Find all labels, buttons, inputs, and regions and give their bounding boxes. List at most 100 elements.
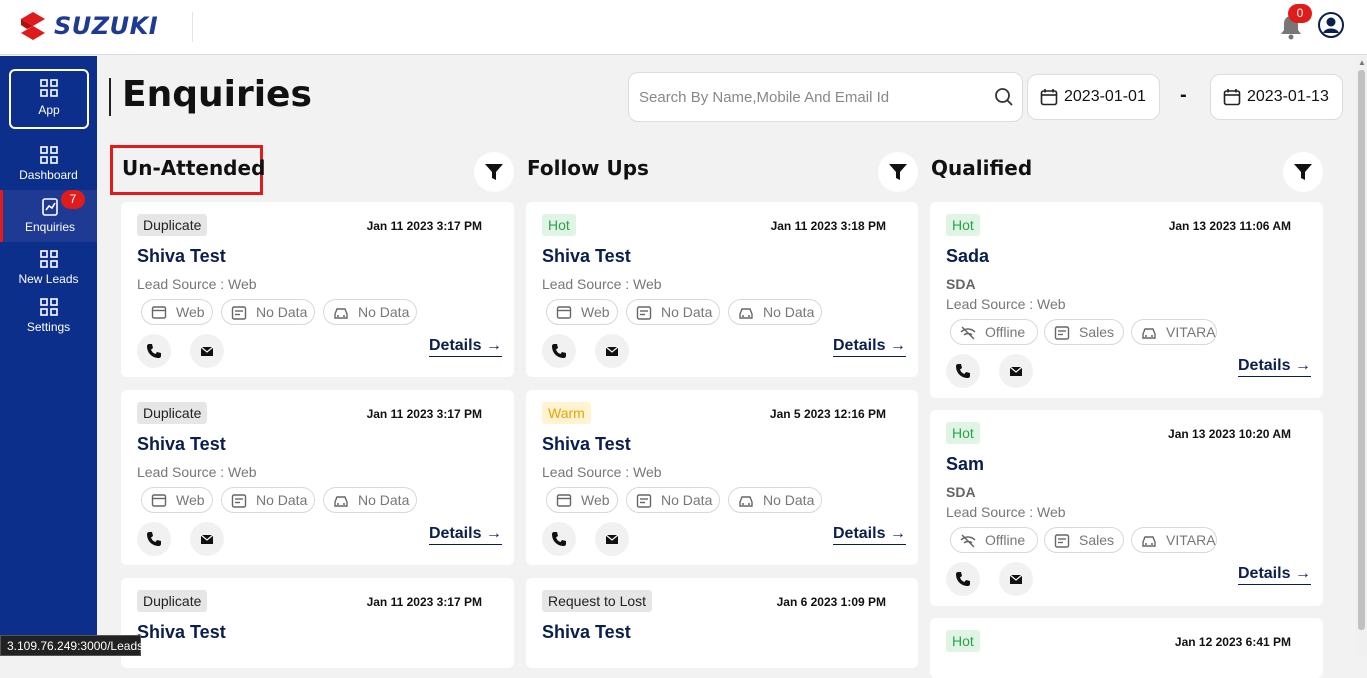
- header-divider: [192, 12, 193, 42]
- lead-card[interactable]: Hot Jan 13 2023 11:06 AM Sada SDA Lead S…: [930, 202, 1323, 398]
- source-pill: Web: [141, 299, 213, 325]
- status-tag: Warm: [542, 402, 591, 424]
- column-title-follow-ups: Follow Ups: [527, 156, 649, 180]
- details-link[interactable]: Details →: [429, 337, 502, 357]
- lead-card[interactable]: Duplicate Jan 11 2023 3:17 PM Shiva Test…: [121, 202, 514, 377]
- lead-card[interactable]: Duplicate Jan 11 2023 3:17 PM Shiva Test…: [121, 390, 514, 565]
- car-icon: [739, 496, 753, 507]
- sales-icon: [231, 306, 247, 320]
- lead-card[interactable]: Warm Jan 5 2023 12:16 PM Shiva Test Lead…: [526, 390, 918, 565]
- sidebar-item-label: Dashboard: [19, 168, 78, 182]
- call-button[interactable]: [137, 334, 171, 368]
- scroll-up-arrow-icon[interactable]: ▲: [1358, 58, 1366, 67]
- sidebar-item-settings[interactable]: Settings: [0, 298, 97, 338]
- source-pill: Web: [546, 487, 618, 513]
- date-to-picker[interactable]: 2023-01-13: [1210, 74, 1343, 120]
- email-button[interactable]: [595, 522, 629, 556]
- phone-icon: [552, 344, 566, 358]
- mail-icon: [1009, 574, 1023, 584]
- lead-name[interactable]: Shiva Test: [542, 246, 631, 267]
- lead-source: Lead Source : Web: [946, 504, 1066, 520]
- arrow-right-icon: →: [1294, 565, 1311, 582]
- date-from-picker[interactable]: 2023-01-01: [1027, 74, 1160, 120]
- sidebar-item-enquiries[interactable]: Enquiries 7: [0, 190, 97, 242]
- lead-name[interactable]: Shiva Test: [137, 246, 226, 267]
- status-tag: Request to Lost: [542, 590, 653, 612]
- call-button[interactable]: [542, 522, 576, 556]
- filter-icon: [485, 164, 503, 180]
- lead-card[interactable]: Hot Jan 13 2023 10:20 AM Sam SDA Lead So…: [930, 410, 1323, 606]
- sales-pill: No Data: [221, 299, 315, 325]
- details-link[interactable]: Details →: [1238, 565, 1311, 585]
- arrow-right-icon: →: [889, 337, 906, 354]
- lead-card[interactable]: Hot Jan 12 2023 6:41 PM: [930, 618, 1323, 678]
- filter-button-follow-ups[interactable]: [878, 152, 918, 192]
- car-icon: [334, 496, 348, 507]
- lead-name[interactable]: Shiva Test: [137, 622, 226, 643]
- status-tag: Hot: [946, 422, 980, 444]
- call-button[interactable]: [137, 522, 171, 556]
- sidebar-item-new-leads[interactable]: New Leads: [0, 250, 97, 290]
- email-button[interactable]: [999, 354, 1033, 388]
- page-scrollbar[interactable]: ▲: [1356, 56, 1367, 656]
- lead-name[interactable]: Sada: [946, 246, 989, 267]
- offline-icon: [960, 326, 976, 340]
- lead-organization: SDA: [946, 484, 976, 500]
- lead-name[interactable]: Shiva Test: [137, 434, 226, 455]
- lead-name[interactable]: Shiva Test: [542, 434, 631, 455]
- email-button[interactable]: [999, 562, 1033, 596]
- details-link[interactable]: Details →: [833, 525, 906, 545]
- web-icon: [151, 494, 167, 507]
- call-button[interactable]: [946, 562, 980, 596]
- phone-icon: [956, 572, 970, 586]
- lead-source: Lead Source : Web: [946, 296, 1066, 312]
- lead-card[interactable]: Hot Jan 11 2023 3:18 PM Shiva Test Lead …: [526, 202, 918, 377]
- title-divider: [109, 78, 111, 116]
- lead-date: Jan 11 2023 3:18 PM: [770, 219, 886, 233]
- source-pill: Web: [141, 487, 213, 513]
- details-link[interactable]: Details →: [1238, 357, 1311, 377]
- lead-organization: SDA: [946, 276, 976, 292]
- user-avatar-icon[interactable]: [1318, 12, 1344, 38]
- model-pill: No Data: [728, 299, 822, 325]
- email-button[interactable]: [190, 522, 224, 556]
- details-link[interactable]: Details →: [429, 525, 502, 545]
- mail-icon: [1009, 366, 1023, 376]
- calendar-icon: [1223, 89, 1241, 106]
- filter-button-un-attended[interactable]: [474, 152, 514, 192]
- search-input[interactable]: [637, 81, 977, 113]
- scrollbar-thumb[interactable]: [1358, 70, 1365, 630]
- email-button[interactable]: [595, 334, 629, 368]
- status-tag: Hot: [542, 214, 576, 236]
- model-pill: No Data: [728, 487, 822, 513]
- status-tag: Duplicate: [137, 214, 208, 236]
- model-pill: VITARA: [1131, 527, 1217, 553]
- status-tag: Duplicate: [137, 590, 208, 612]
- lead-name[interactable]: Shiva Test: [542, 622, 631, 643]
- lead-source: Lead Source : Web: [137, 464, 257, 480]
- sidebar-item-label: Enquiries: [24, 220, 76, 234]
- suzuki-logo[interactable]: SUZUKI: [18, 10, 158, 42]
- call-button[interactable]: [542, 334, 576, 368]
- search-icon[interactable]: [994, 87, 1014, 107]
- sales-pill: Sales: [1044, 319, 1124, 345]
- grid-icon: [39, 146, 58, 164]
- lead-name[interactable]: Sam: [946, 454, 984, 475]
- arrow-right-icon: →: [889, 525, 906, 542]
- mail-icon: [200, 534, 214, 544]
- model-pill: VITARA: [1131, 319, 1217, 345]
- sales-icon: [636, 494, 652, 508]
- lead-date: Jan 11 2023 3:17 PM: [366, 407, 482, 421]
- lead-card[interactable]: Request to Lost Jan 6 2023 1:09 PM Shiva…: [526, 578, 918, 668]
- details-link[interactable]: Details →: [833, 337, 906, 357]
- enquiries-count-badge: 7: [61, 190, 85, 209]
- call-button[interactable]: [946, 354, 980, 388]
- sidebar-item-dashboard[interactable]: Dashboard: [0, 146, 97, 186]
- sidebar-item-app[interactable]: App: [9, 69, 89, 129]
- sales-pill: No Data: [626, 299, 720, 325]
- filter-button-qualified[interactable]: [1283, 152, 1323, 192]
- email-button[interactable]: [190, 334, 224, 368]
- lead-card[interactable]: Duplicate Jan 11 2023 3:17 PM Shiva Test: [121, 578, 514, 668]
- lead-date: Jan 11 2023 3:17 PM: [366, 595, 482, 609]
- offline-icon: [960, 534, 976, 548]
